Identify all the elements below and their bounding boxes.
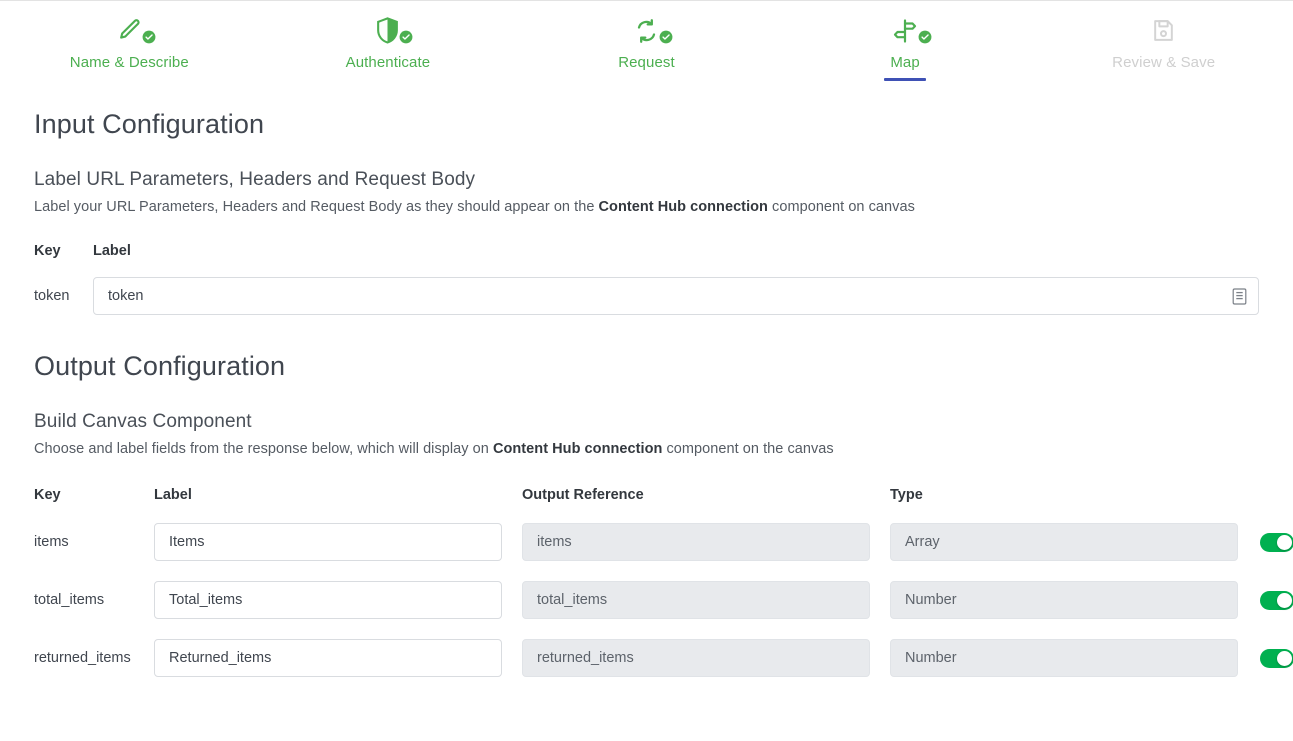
step-label: Authenticate <box>345 54 431 71</box>
input-configuration-helper: Label your URL Parameters, Headers and R… <box>34 199 1259 215</box>
output-row-key: returned_items <box>34 650 131 666</box>
pencil-icon <box>116 17 143 49</box>
output-row-toggle-cell <box>1242 590 1293 610</box>
column-header-output-reference: Output Reference <box>522 487 644 503</box>
output-configuration-subtitle: Build Canvas Component <box>34 411 252 432</box>
reference-picker-icon[interactable] <box>1228 285 1250 307</box>
output-row-key: items <box>34 534 69 550</box>
output-row-label-cell <box>154 581 522 619</box>
output-reference-input[interactable] <box>522 523 870 561</box>
helper-suffix: component on canvas <box>767 199 915 215</box>
helper-prefix: Label your URL Parameters, Headers and R… <box>34 199 599 215</box>
toggle-knob <box>1277 534 1292 550</box>
step-icon-wrap <box>116 17 156 49</box>
input-configuration-subtitle: Label URL Parameters, Headers and Reques… <box>34 169 476 190</box>
column-header-type: Type <box>890 487 923 503</box>
label-input[interactable] <box>154 639 502 677</box>
check-circle-icon <box>399 30 413 49</box>
output-row-label-cell <box>154 523 522 561</box>
step-icon-wrap <box>891 18 932 49</box>
output-row-key: total_items <box>34 592 105 608</box>
row-enabled-toggle[interactable] <box>1260 590 1293 610</box>
column-header-toggle <box>1242 487 1293 503</box>
label-input[interactable] <box>154 523 502 561</box>
input-row-key: token <box>34 288 70 304</box>
check-circle-icon <box>142 30 156 49</box>
step-icon-wrap <box>375 17 413 49</box>
output-reference-input[interactable] <box>522 639 870 677</box>
step-label: Request <box>618 54 675 71</box>
step-icon-wrap <box>1151 18 1176 48</box>
wizard-stepper: Name & Describe Authenticate Request Map… <box>0 1 1293 93</box>
output-row-toggle-cell <box>1242 648 1293 668</box>
wizard-page: Name & Describe Authenticate Request Map… <box>0 0 1293 741</box>
output-row-type-cell <box>890 523 1242 561</box>
row-enabled-toggle[interactable] <box>1260 532 1293 552</box>
output-row-reference-cell <box>522 523 890 561</box>
step-map[interactable]: Map <box>776 1 1035 81</box>
step-label: Name & Describe <box>69 54 189 71</box>
check-circle-icon <box>918 30 932 49</box>
output-reference-input[interactable] <box>522 581 870 619</box>
table-row: items <box>34 523 1293 561</box>
helper-bold: Content Hub connection <box>492 441 663 457</box>
input-configuration-title: Input Configuration <box>34 109 265 139</box>
step-review-save[interactable]: Review & Save <box>1034 1 1293 72</box>
shield-icon <box>375 17 400 49</box>
toggle-knob <box>1277 592 1292 608</box>
row-enabled-toggle[interactable] <box>1260 648 1293 668</box>
output-row-type-cell <box>890 581 1242 619</box>
input-row-label-cell <box>93 277 1259 315</box>
helper-prefix: Choose and label fields from the respons… <box>34 441 493 457</box>
output-table-header: Key Label Output Reference Type <box>34 487 1259 503</box>
step-label: Map <box>890 54 920 71</box>
wizard-content: Input Configuration Label URL Parameters… <box>0 109 1293 677</box>
output-row-toggle-cell <box>1242 532 1293 552</box>
sync-arrows-icon <box>633 18 660 49</box>
column-header-key: Key <box>34 487 61 503</box>
output-row-reference-cell <box>522 639 890 677</box>
save-icon <box>1151 18 1176 48</box>
column-header-key: Key <box>34 243 61 259</box>
output-configuration-helper: Choose and label fields from the respons… <box>34 441 1259 457</box>
table-row: returned_items <box>34 639 1293 677</box>
output-row-reference-cell <box>522 581 890 619</box>
label-input[interactable] <box>154 581 502 619</box>
type-input[interactable] <box>890 523 1238 561</box>
type-input[interactable] <box>890 639 1238 677</box>
active-step-indicator <box>884 78 927 81</box>
input-table-row: token <box>34 277 1259 315</box>
helper-suffix: component on the canvas <box>662 441 834 457</box>
toggle-knob <box>1277 650 1292 666</box>
output-configuration-title: Output Configuration <box>34 351 286 381</box>
step-label: Review & Save <box>1112 54 1216 71</box>
input-table-header: Key Label <box>34 243 1259 259</box>
step-authenticate[interactable]: Authenticate <box>259 1 518 72</box>
step-name-describe[interactable]: Name & Describe <box>0 1 259 72</box>
column-header-label: Label <box>93 243 131 259</box>
step-request[interactable]: Request <box>517 1 776 72</box>
output-row-label-cell <box>154 639 522 677</box>
table-row: total_items <box>34 581 1293 619</box>
token-label-input[interactable] <box>93 277 1259 315</box>
output-row-type-cell <box>890 639 1242 677</box>
check-circle-icon <box>659 30 673 49</box>
helper-bold: Content Hub connection <box>598 199 768 215</box>
column-header-label: Label <box>154 487 192 503</box>
signpost-icon <box>891 18 919 49</box>
step-icon-wrap <box>633 18 673 49</box>
type-input[interactable] <box>890 581 1238 619</box>
